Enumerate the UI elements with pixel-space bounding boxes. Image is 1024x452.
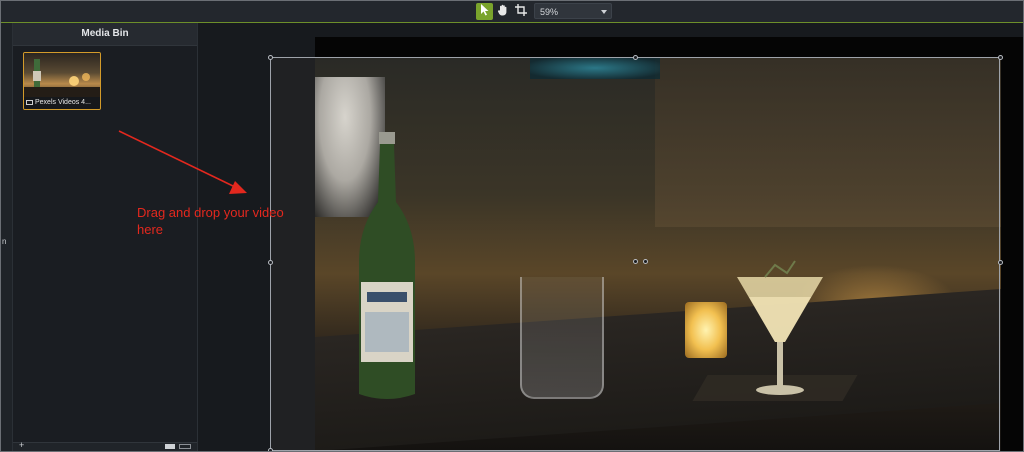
editor-window: 59% n Media Bin Pexels Videos 4... + Dra…	[0, 0, 1024, 452]
annotation-instruction: Drag and drop your video here	[137, 205, 284, 237]
